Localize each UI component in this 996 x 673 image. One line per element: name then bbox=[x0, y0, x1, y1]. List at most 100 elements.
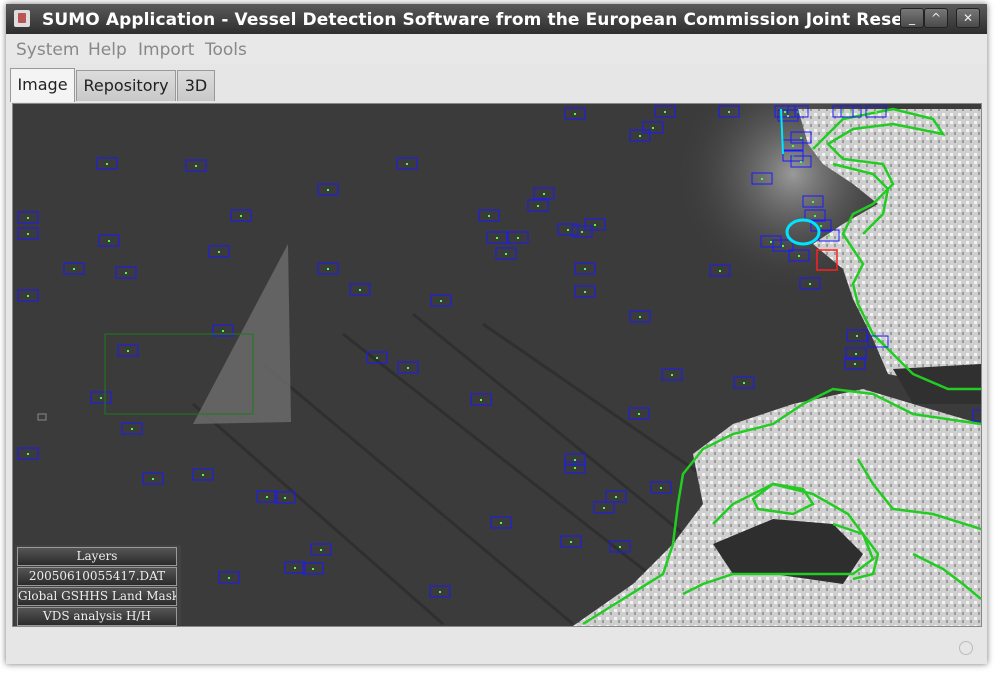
vessel-target-dot bbox=[27, 217, 29, 219]
vessel-target-dot bbox=[439, 591, 441, 593]
layer-item-land-mask[interactable]: Global GSHHS Land Mask bbox=[17, 587, 177, 606]
vessel-target-dot bbox=[27, 233, 29, 235]
vessel-target-dot bbox=[488, 215, 490, 217]
java-app-icon bbox=[14, 10, 30, 27]
vessel-target-dot bbox=[652, 127, 654, 129]
vessel-target-dot bbox=[719, 270, 721, 272]
vessel-target-dot bbox=[574, 113, 576, 115]
menu-help[interactable]: Help bbox=[88, 40, 127, 60]
vessel-target-dot bbox=[820, 225, 822, 227]
tab-3d[interactable]: 3D bbox=[177, 70, 215, 101]
vessel-target-dot bbox=[850, 111, 852, 113]
vessel-target-dot bbox=[567, 229, 569, 231]
status-indicator-icon bbox=[959, 641, 973, 655]
vessel-target-dot bbox=[312, 568, 314, 570]
vessel-target-dot bbox=[728, 111, 730, 113]
vessel-target-dot bbox=[842, 111, 844, 113]
vessel-target-dot bbox=[798, 255, 800, 257]
vessel-target-dot bbox=[327, 189, 329, 191]
vessel-target-dot bbox=[800, 137, 802, 139]
tab-image[interactable]: Image bbox=[10, 68, 75, 102]
vessel-target-dot bbox=[440, 300, 442, 302]
vessel-target-dot bbox=[131, 428, 133, 430]
vessel-target-dot bbox=[108, 240, 110, 242]
vessel-target-dot bbox=[266, 496, 268, 498]
vessel-target-dot bbox=[27, 295, 29, 297]
vessel-target-dot bbox=[855, 353, 857, 355]
layers-panel: Layers 20050610055417.DAT Global GSHHS L… bbox=[15, 545, 181, 626]
vessel-target-dot bbox=[584, 268, 586, 270]
vessel-target-dot bbox=[376, 357, 378, 359]
status-bar bbox=[6, 630, 987, 664]
layers-header-button[interactable]: Layers bbox=[17, 547, 177, 566]
vessel-target-dot bbox=[639, 316, 641, 318]
menu-import[interactable]: Import bbox=[138, 40, 194, 60]
vessel-target-dot bbox=[480, 399, 482, 401]
vessel-target-dot bbox=[664, 111, 666, 113]
vessel-target-dot bbox=[875, 111, 877, 113]
vessel-target-dot bbox=[406, 163, 408, 165]
vessel-target-dot bbox=[505, 253, 507, 255]
vessel-target-dot bbox=[125, 272, 127, 274]
vessel-target-dot bbox=[320, 549, 322, 551]
vessel-target-dot bbox=[202, 474, 204, 476]
vessel-target-dot bbox=[792, 145, 794, 147]
tab-bar: Image Repository 3D bbox=[10, 68, 982, 102]
vessel-target-dot bbox=[574, 459, 576, 461]
menu-bar: System Help Import Tools bbox=[6, 34, 987, 64]
vessel-target-dot bbox=[407, 367, 409, 369]
vessel-target-dot bbox=[854, 363, 856, 365]
vessel-target-dot bbox=[856, 335, 858, 337]
vessel-target-dot bbox=[327, 268, 329, 270]
vessel-target-dot bbox=[73, 268, 75, 270]
menu-system[interactable]: System bbox=[16, 40, 79, 60]
vessel-target-dot bbox=[814, 215, 816, 217]
vessel-target-dot bbox=[800, 161, 802, 163]
vessel-target-dot bbox=[240, 215, 242, 217]
vessel-target-dot bbox=[581, 231, 583, 233]
sar-image-viewer[interactable]: Layers 20050610055417.DAT Global GSHHS L… bbox=[12, 103, 982, 627]
vessel-target-dot bbox=[638, 413, 640, 415]
maximize-button[interactable]: ^ bbox=[924, 8, 948, 28]
vessel-target-dot bbox=[294, 567, 296, 569]
layer-item-vds-analysis[interactable]: VDS analysis H/H bbox=[17, 607, 177, 626]
vessel-target-dot bbox=[584, 291, 586, 293]
vessel-target-dot bbox=[671, 374, 673, 376]
vessel-target-dot bbox=[660, 487, 662, 489]
vessel-target-dot bbox=[615, 496, 617, 498]
vessel-target-dot bbox=[537, 205, 539, 207]
vessel-target-dot bbox=[228, 577, 230, 579]
vessel-target-dot bbox=[106, 163, 108, 165]
vessel-target-dot bbox=[127, 350, 129, 352]
vessel-target-dot bbox=[761, 178, 763, 180]
vessel-target-dot bbox=[619, 546, 621, 548]
vessel-target-dot bbox=[100, 397, 102, 399]
layer-item-image[interactable]: 20050610055417.DAT bbox=[17, 567, 177, 586]
vessel-target-dot bbox=[809, 283, 811, 285]
vessel-target-dot bbox=[603, 507, 605, 509]
title-bar[interactable]: SUMO Application - Vessel Detection Soft… bbox=[6, 4, 987, 34]
vessel-target-dot bbox=[877, 341, 879, 343]
vessel-target-dot bbox=[222, 330, 224, 332]
vessel-target-dot bbox=[784, 111, 786, 113]
vessel-target-dot bbox=[496, 237, 498, 239]
vessel-target-dot bbox=[570, 541, 572, 543]
vessel-target-dot bbox=[195, 165, 197, 167]
vessel-target-dot bbox=[284, 497, 286, 499]
vessel-target-dot bbox=[574, 467, 576, 469]
close-button[interactable]: ✕ bbox=[956, 8, 980, 28]
vessel-target-dot bbox=[27, 453, 29, 455]
tab-repository[interactable]: Repository bbox=[76, 70, 176, 101]
vessel-target-dot bbox=[743, 382, 745, 384]
vessel-target-dot bbox=[828, 235, 830, 237]
minimize-button[interactable]: _ bbox=[900, 8, 924, 28]
vessel-target-dot bbox=[517, 237, 519, 239]
layers-header-label: Layers bbox=[76, 549, 118, 563]
window-title: SUMO Application - Vessel Detection Soft… bbox=[42, 10, 946, 30]
vessel-target-dot bbox=[787, 115, 789, 117]
app-window: SUMO Application - Vessel Detection Soft… bbox=[6, 4, 987, 664]
vessel-target-dot bbox=[218, 251, 220, 253]
menu-tools[interactable]: Tools bbox=[205, 40, 247, 60]
vessel-target-dot bbox=[639, 135, 641, 137]
vessel-target-dot bbox=[500, 522, 502, 524]
